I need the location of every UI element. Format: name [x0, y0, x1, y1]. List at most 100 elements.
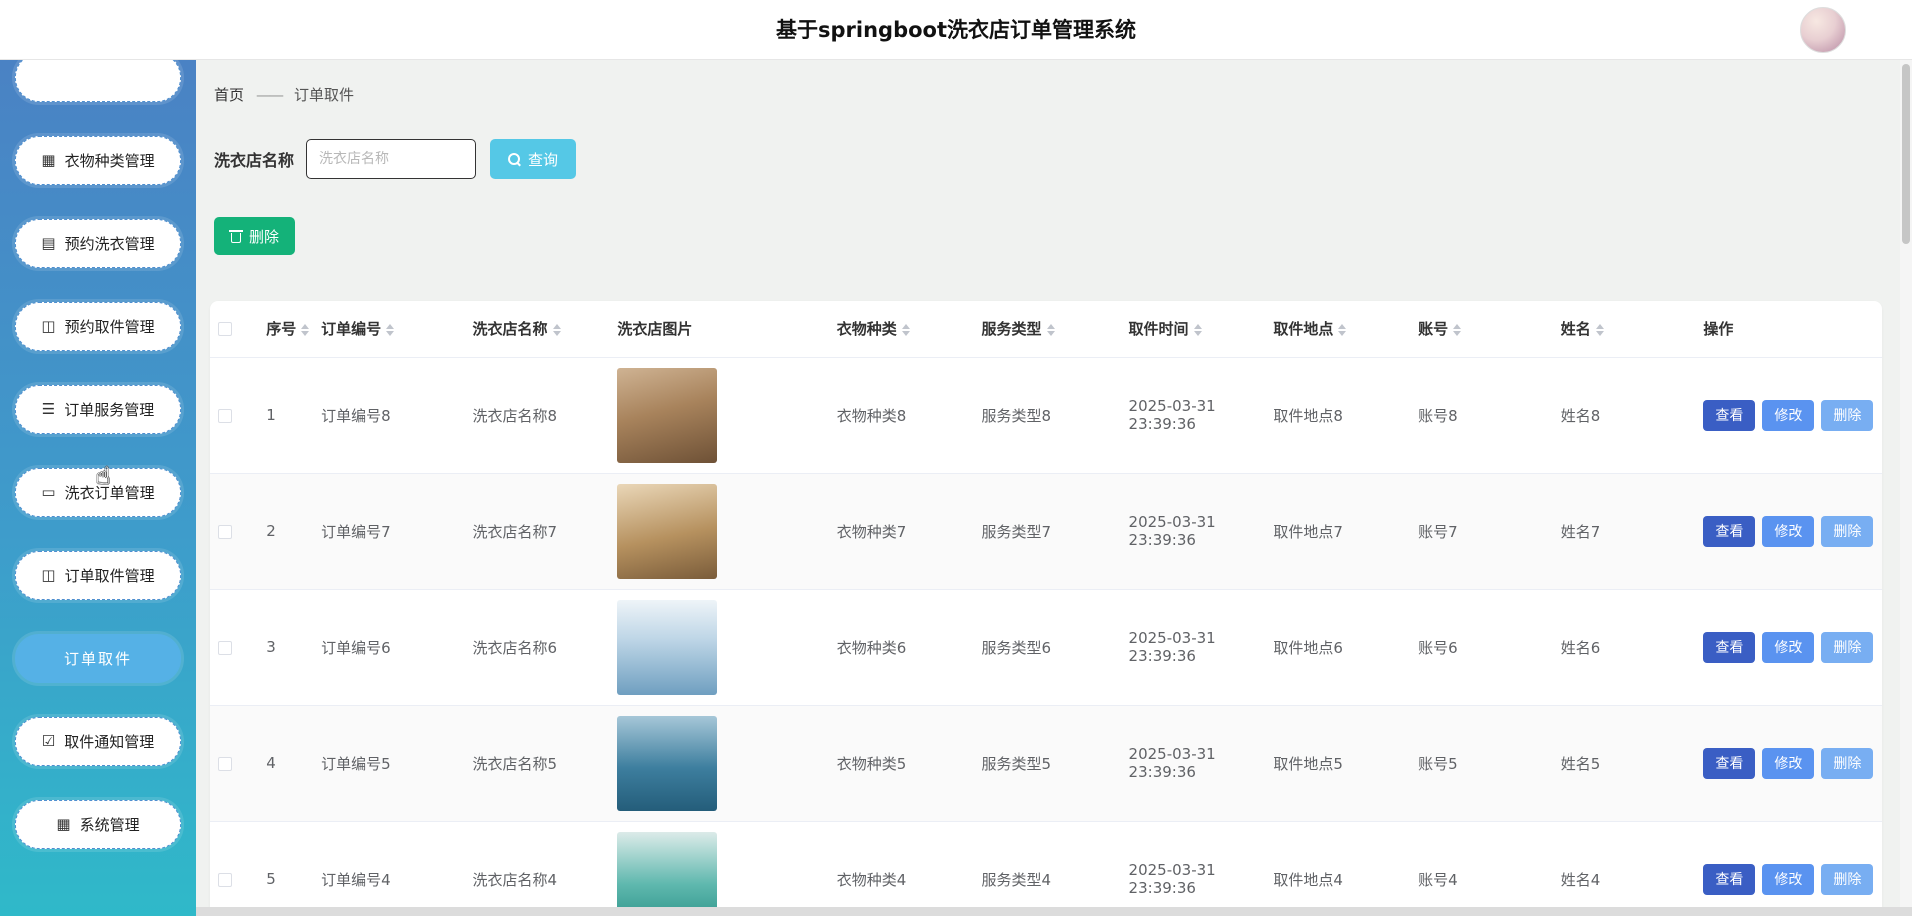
sort-arrows-icon[interactable] — [1338, 324, 1346, 336]
view-button[interactable]: 查看 — [1703, 864, 1755, 895]
edit-button[interactable]: 修改 — [1762, 400, 1814, 431]
cell-clothing-type: 衣物种类7 — [829, 473, 974, 589]
row-checkbox[interactable] — [218, 641, 232, 655]
search-bar: 洗衣店名称 查询 — [214, 139, 1900, 179]
sidebar-item[interactable]: ◫订单取件管理 — [15, 551, 181, 600]
view-button[interactable]: 查看 — [1703, 632, 1755, 663]
edit-button[interactable]: 修改 — [1762, 748, 1814, 779]
cell-order-no: 订单编号5 — [313, 705, 464, 821]
row-checkbox[interactable] — [218, 409, 232, 423]
query-button-label: 查询 — [528, 149, 558, 170]
cell-account: 账号4 — [1410, 821, 1553, 916]
view-button[interactable]: 查看 — [1703, 516, 1755, 547]
row-checkbox[interactable] — [218, 525, 232, 539]
sort-arrows-icon[interactable] — [1453, 324, 1461, 336]
column-header-label: 订单编号 — [321, 320, 381, 338]
cell-shop-name: 洗衣店名称7 — [465, 473, 610, 589]
column-header[interactable]: 账号 — [1410, 301, 1553, 357]
search-input[interactable] — [306, 139, 476, 179]
view-button[interactable]: 查看 — [1703, 748, 1755, 779]
sort-arrows-icon[interactable] — [553, 324, 561, 336]
row-select-cell — [210, 357, 258, 473]
main-content: 首页 —— 订单取件 洗衣店名称 查询 删除 序号订单编号洗衣店名称洗衣店图片衣… — [196, 60, 1900, 916]
sort-arrows-icon[interactable] — [1194, 324, 1202, 336]
cell-pickup-location: 取件地点6 — [1265, 589, 1410, 705]
sort-arrows-icon[interactable] — [301, 324, 309, 336]
cell-actions: 查看修改删除 — [1695, 473, 1882, 589]
table-row: 2订单编号7洗衣店名称7衣物种类7服务类型72025-03-31 23:39:3… — [210, 473, 1882, 589]
sidebar-item[interactable]: ▦衣物种类管理 — [15, 136, 181, 185]
sort-arrows-icon[interactable] — [1596, 324, 1604, 336]
horizontal-scrollbar[interactable] — [196, 907, 1912, 916]
sidebar-item[interactable]: ☑取件通知管理 — [15, 717, 181, 766]
delete-button[interactable]: 删除 — [1821, 748, 1873, 779]
user-avatar[interactable] — [1800, 7, 1846, 53]
view-button[interactable]: 查看 — [1703, 400, 1755, 431]
select-all-cell — [210, 301, 258, 357]
delete-button[interactable]: 删除 — [1821, 400, 1873, 431]
vertical-scrollbar-thumb[interactable] — [1902, 64, 1910, 244]
column-header-label: 操作 — [1703, 320, 1733, 338]
cell-order-no: 订单编号4 — [313, 821, 464, 916]
sidebar-item[interactable]: ▤预约洗衣管理 — [15, 219, 181, 268]
cell-pickup-time: 2025-03-31 23:39:36 — [1121, 473, 1266, 589]
column-header: 洗衣店图片 — [609, 301, 828, 357]
table-row: 5订单编号4洗衣店名称4衣物种类4服务类型42025-03-31 23:39:3… — [210, 821, 1882, 916]
sidebar-item-label: 订单取件 — [64, 648, 132, 669]
column-header[interactable]: 取件时间 — [1121, 301, 1266, 357]
column-header[interactable]: 衣物种类 — [829, 301, 974, 357]
column-header[interactable]: 订单编号 — [313, 301, 464, 357]
sort-arrows-icon[interactable] — [386, 324, 394, 336]
breadcrumb-home[interactable]: 首页 — [214, 84, 244, 105]
sort-arrows-icon[interactable] — [1047, 324, 1055, 336]
bulk-delete-button[interactable]: 删除 — [214, 217, 295, 255]
row-checkbox[interactable] — [218, 757, 232, 771]
table-card: 序号 订单编号 洗衣店名称洗衣店图片衣物种类服务类型 取件时间取件地点账号姓名操作 1… — [210, 301, 1882, 916]
edit-button[interactable]: 修改 — [1762, 516, 1814, 547]
cell-clothing-type: 衣物种类6 — [829, 589, 974, 705]
cell-pickup-time: 2025-03-31 23:39:36 — [1121, 821, 1266, 916]
cell-clothing-type: 衣物种类4 — [829, 821, 974, 916]
column-header[interactable]: 服务类型 — [974, 301, 1121, 357]
column-header[interactable]: 序号 — [258, 301, 313, 357]
cell-actions: 查看修改删除 — [1695, 357, 1882, 473]
column-header[interactable]: 取件地点 — [1265, 301, 1410, 357]
query-button[interactable]: 查询 — [490, 139, 576, 179]
sidebar-item[interactable]: ◫预约取件管理 — [15, 302, 181, 351]
menu-icon: ◫ — [41, 568, 55, 583]
column-header-label: 服务类型 — [982, 320, 1042, 338]
row-checkbox[interactable] — [218, 873, 232, 887]
page-title: 基于springboot洗衣店订单管理系统 — [0, 0, 1912, 60]
cell-name: 姓名4 — [1553, 821, 1696, 916]
select-all-checkbox[interactable] — [218, 322, 232, 336]
cell-shop-image — [609, 473, 828, 589]
vertical-scrollbar[interactable] — [1900, 60, 1912, 916]
sidebar-item[interactable]: ▦系统管理 — [15, 800, 181, 849]
sidebar-item-label: 订单服务管理 — [64, 399, 154, 420]
column-header[interactable]: 洗衣店名称 — [465, 301, 610, 357]
cell-shop-image — [609, 705, 828, 821]
delete-button[interactable]: 删除 — [1821, 864, 1873, 895]
cell-pickup-location: 取件地点8 — [1265, 357, 1410, 473]
sidebar-item-active[interactable]: 订单取件 — [15, 634, 181, 683]
shop-image — [617, 484, 717, 579]
edit-button[interactable]: 修改 — [1762, 632, 1814, 663]
delete-button[interactable]: 删除 — [1821, 632, 1873, 663]
sort-arrows-icon[interactable] — [902, 324, 910, 336]
row-select-cell — [210, 473, 258, 589]
column-header[interactable]: 姓名 — [1553, 301, 1696, 357]
mouse-cursor-icon: ☝ — [96, 462, 111, 490]
table-row: 1订单编号8洗衣店名称8衣物种类8服务类型82025-03-31 23:39:3… — [210, 357, 1882, 473]
sidebar-item[interactable]: ☰订单服务管理 — [15, 385, 181, 434]
breadcrumb: 首页 —— 订单取件 — [196, 60, 1900, 105]
edit-button[interactable]: 修改 — [1762, 864, 1814, 895]
delete-button[interactable]: 删除 — [1821, 516, 1873, 547]
cell-shop-image — [609, 357, 828, 473]
column-header-label: 序号 — [266, 320, 296, 338]
menu-icon: ◫ — [41, 319, 55, 334]
cell-pickup-location: 取件地点4 — [1265, 821, 1410, 916]
sidebar-item[interactable] — [15, 60, 181, 102]
cell-account: 账号5 — [1410, 705, 1553, 821]
cell-service-type: 服务类型5 — [974, 705, 1121, 821]
cell-pickup-time: 2025-03-31 23:39:36 — [1121, 357, 1266, 473]
